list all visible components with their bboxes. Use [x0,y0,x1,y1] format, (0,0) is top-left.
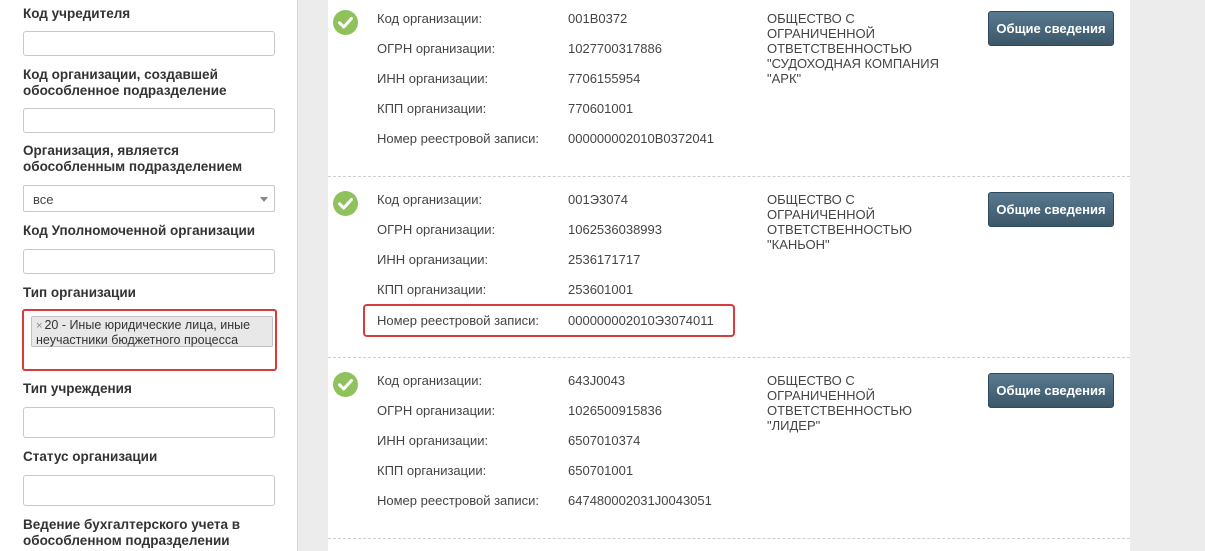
founder-code-label: Код учредителя [23,6,131,21]
ogrn-value: 1062536038993 [568,222,662,237]
org-status-label: Статус организации [23,449,158,464]
authorized-code-input[interactable] [23,249,275,274]
is-separate-value: все [33,192,54,207]
authorized-code-label: Код Уполномоченной организации [23,223,256,238]
reg-value: 647480002031J0043051 [568,493,712,508]
check-icon [333,10,358,35]
org-name: ОБЩЕСТВО С ОГРАНИЧЕННОЙ ОТВЕТСТВЕННОСТЬЮ… [767,373,913,433]
creator-code-input[interactable] [23,108,275,133]
check-icon [333,372,358,397]
ogrn-label: ОГРН организации: [377,222,496,237]
institution-type-input[interactable] [23,407,275,438]
results-list: Код организации: 001B0372 ОГРН организац… [328,0,1130,551]
check-icon [333,191,358,216]
org-type-label: Тип организации [23,285,136,300]
org-name: ОБЩЕСТВО С ОГРАНИЧЕННОЙ ОТВЕТСТВЕННОСТЬЮ… [767,192,913,252]
code-value: 643J0043 [568,373,626,388]
inn-label: ИНН организации: [377,71,489,86]
code-label: Код организации: [377,192,483,207]
reg-label: Номер реестровой записи: [377,131,539,146]
divider [328,357,1130,358]
institution-type-label: Тип учреждения [23,381,132,396]
kpp-value: 253601001 [568,282,634,297]
reg-value: 000000002010B0372041 [568,131,715,146]
reg-highlight [363,304,735,337]
chevron-down-icon [260,197,268,202]
kpp-label: КПП организации: [377,282,487,297]
creator-code-label: Код организации, создавшей обособленное … [23,67,227,98]
code-value: 001Э3074 [568,192,628,207]
tag-remove-icon[interactable]: × [36,320,42,332]
accounting-label: Ведение бухгалтерского учета в обособлен… [23,517,241,548]
ogrn-label: ОГРН организации: [377,41,496,56]
general-info-button[interactable]: Общие сведения [988,373,1114,408]
inn-value: 7706155954 [568,71,641,86]
org-status-input[interactable] [23,475,275,506]
filter-panel: Код учредителя Код организации, создавше… [0,0,298,551]
divider [328,176,1130,177]
inn-label: ИНН организации: [377,252,489,267]
general-info-button[interactable]: Общие сведения [988,192,1114,227]
ogrn-value: 1026500915836 [568,403,662,418]
kpp-value: 650701001 [568,463,634,478]
is-separate-select[interactable]: все [23,185,275,212]
ogrn-value: 1027700317886 [568,41,662,56]
ogrn-label: ОГРН организации: [377,403,496,418]
org-type-tag[interactable]: × 20 - Иные юридические лица, иные неучас… [31,316,273,347]
kpp-label: КПП организации: [377,101,487,116]
reg-label: Номер реестровой записи: [377,493,539,508]
is-separate-label: Организация, является обособленным подра… [23,143,243,174]
founder-code-input[interactable] [23,31,275,56]
inn-value: 2536171717 [568,252,641,267]
inn-label: ИНН организации: [377,433,489,448]
kpp-value: 770601001 [568,101,634,116]
code-label: Код организации: [377,11,483,26]
general-info-button[interactable]: Общие сведения [988,11,1114,46]
inn-value: 6507010374 [568,433,641,448]
org-type-tag-label: 20 - Иные юридические лица, иные неучаст… [36,318,251,347]
org-name: ОБЩЕСТВО С ОГРАНИЧЕННОЙ ОТВЕТСТВЕННОСТЬЮ… [767,11,940,86]
kpp-label: КПП организации: [377,463,487,478]
code-label: Код организации: [377,373,483,388]
divider [328,538,1130,539]
code-value: 001B0372 [568,11,628,26]
